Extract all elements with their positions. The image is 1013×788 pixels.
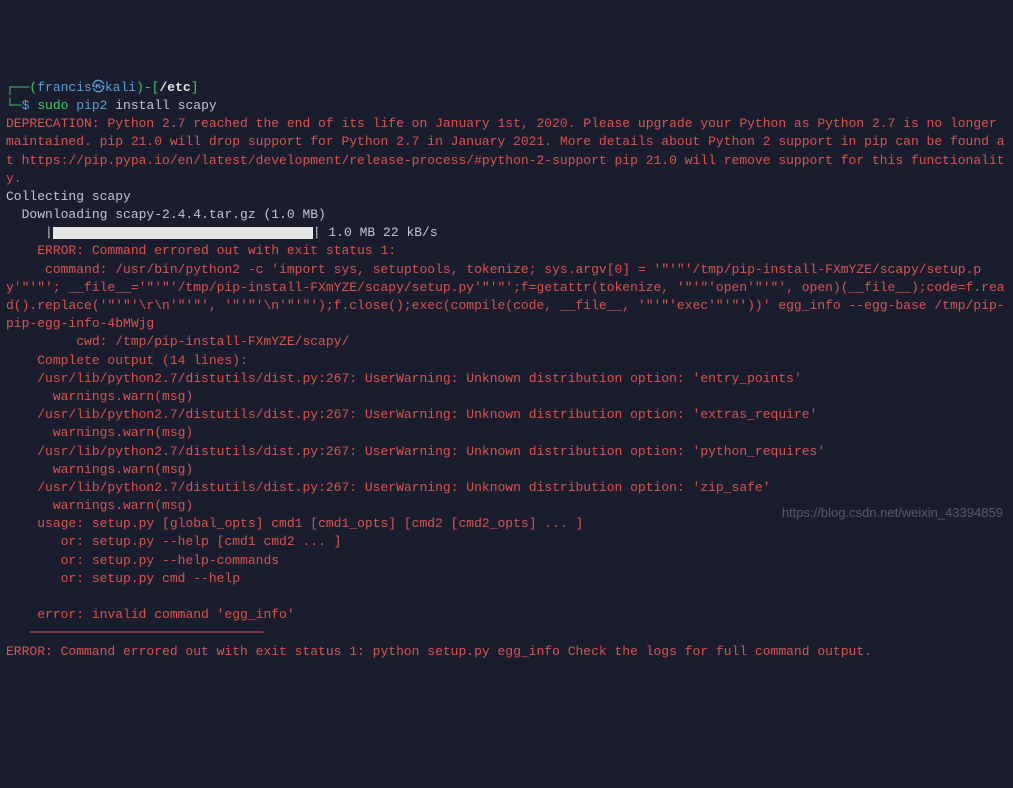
error-cwd: cwd: /tmp/pip-install-FXmYZE/scapy/ bbox=[6, 334, 349, 349]
terminal-output[interactable]: ┌──(francis㉿kali)-[/etc] └─$ sudo pip2 i… bbox=[6, 79, 1007, 661]
prompt-cwd: /etc bbox=[159, 80, 190, 95]
prompt-box-continue: └─ bbox=[6, 98, 22, 113]
pip-cmd: pip2 bbox=[68, 98, 107, 113]
paren-close: ) bbox=[136, 80, 144, 95]
warning-line: warnings.warn(msg) bbox=[6, 498, 193, 513]
progress-suffix: | 1.0 MB 22 kB/s bbox=[313, 225, 438, 240]
error-header: ERROR: Command errored out with exit sta… bbox=[6, 243, 396, 258]
bracket-close: ] bbox=[191, 80, 199, 95]
error-command: command: /usr/bin/python2 -c 'import sys… bbox=[6, 262, 1005, 332]
divider-line: ──────────────────────────────────────── bbox=[6, 625, 261, 640]
deprecation-warning: DEPRECATION: Python 2.7 reached the end … bbox=[6, 116, 1005, 186]
warning-line: warnings.warn(msg) bbox=[6, 462, 193, 477]
blank-line bbox=[6, 589, 37, 604]
downloading-line: Downloading scapy-2.4.4.tar.gz (1.0 MB) bbox=[6, 207, 326, 222]
warning-line: /usr/lib/python2.7/distutils/dist.py:267… bbox=[6, 444, 825, 459]
usage-line: or: setup.py --help [cmd1 cmd2 ... ] bbox=[6, 534, 341, 549]
collecting-line: Collecting scapy bbox=[6, 189, 131, 204]
prompt-host: kali bbox=[105, 80, 136, 95]
prompt-box-open: ┌── bbox=[6, 80, 29, 95]
warning-line: warnings.warn(msg) bbox=[6, 389, 193, 404]
warning-line: warnings.warn(msg) bbox=[6, 425, 193, 440]
usage-line: or: setup.py --help-commands bbox=[6, 553, 279, 568]
sudo-cmd: sudo bbox=[37, 98, 68, 113]
warning-line: /usr/lib/python2.7/distutils/dist.py:267… bbox=[6, 480, 771, 495]
dash-open: -[ bbox=[144, 80, 160, 95]
cmd-args: install scapy bbox=[107, 98, 216, 113]
warning-line: /usr/lib/python2.7/distutils/dist.py:267… bbox=[6, 407, 817, 422]
final-error: ERROR: Command errored out with exit sta… bbox=[6, 644, 872, 659]
complete-output: Complete output (14 lines): bbox=[6, 353, 248, 368]
prompt-user: francis bbox=[37, 80, 92, 95]
separator-icon: ㉿ bbox=[92, 80, 105, 95]
dollar-icon: $ bbox=[22, 98, 38, 113]
invalid-command: error: invalid command 'egg_info' bbox=[6, 607, 295, 622]
warning-line: /usr/lib/python2.7/distutils/dist.py:267… bbox=[6, 371, 802, 386]
progress-prefix: | bbox=[6, 225, 53, 240]
usage-line: or: setup.py cmd --help bbox=[6, 571, 240, 586]
progress-bar bbox=[53, 227, 313, 239]
usage-line: usage: setup.py [global_opts] cmd1 [cmd1… bbox=[6, 516, 583, 531]
